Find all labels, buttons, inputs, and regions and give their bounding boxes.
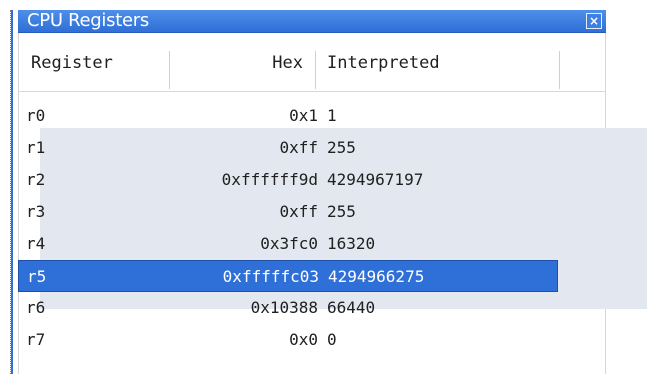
register-hex-value: 0x3fc0 xyxy=(260,234,318,253)
table-row[interactable]: r1 0xff 255 xyxy=(18,132,606,164)
table-header: Register Hex Interpreted xyxy=(19,33,605,93)
register-name: r2 xyxy=(26,170,46,189)
table-row[interactable]: r7 0x0 0 xyxy=(18,324,606,356)
register-interpreted-value: 255 xyxy=(327,138,356,157)
register-interpreted-value: 16320 xyxy=(327,234,376,253)
table-row[interactable]: r3 0xff 255 xyxy=(18,196,606,228)
register-hex-value: 0xfffffc03 xyxy=(222,267,319,286)
panel-title: CPU Registers xyxy=(27,10,149,31)
register-hex-value: 0x0 xyxy=(289,330,318,349)
register-hex-value: 0x1 xyxy=(289,106,318,125)
register-interpreted-value: 255 xyxy=(327,202,356,221)
table-row[interactable]: r6 0x10388 66440 xyxy=(18,292,606,324)
column-header-hex[interactable]: Hex xyxy=(171,46,303,80)
register-name: r4 xyxy=(26,234,46,253)
table-row[interactable]: r2 0xffffff9d 4294967197 xyxy=(18,164,606,196)
register-name: r7 xyxy=(26,330,46,349)
register-name: r1 xyxy=(26,138,46,157)
table-row-selected[interactable]: r5 0xfffffc03 4294966275 xyxy=(18,260,558,292)
register-name: r0 xyxy=(26,106,46,125)
left-frame-accent xyxy=(11,10,13,374)
table-row[interactable]: r0 0x1 1 xyxy=(18,100,606,132)
column-separator xyxy=(169,51,170,89)
register-hex-value: 0xff xyxy=(279,202,318,221)
register-interpreted-value: 0 xyxy=(327,330,337,349)
panel-titlebar[interactable]: CPU Registers × xyxy=(18,10,606,33)
column-separator xyxy=(315,51,316,89)
register-name: r3 xyxy=(26,202,46,221)
register-interpreted-value: 66440 xyxy=(327,298,376,317)
register-name: r5 xyxy=(27,267,47,286)
column-header-interpreted[interactable]: Interpreted xyxy=(327,46,555,80)
close-icon[interactable]: × xyxy=(586,13,602,29)
register-name: r6 xyxy=(26,298,46,317)
column-separator xyxy=(559,51,560,89)
column-header-register[interactable]: Register xyxy=(31,46,159,80)
register-interpreted-value: 4294966275 xyxy=(328,267,425,286)
register-interpreted-value: 4294967197 xyxy=(327,170,424,189)
table-row[interactable]: r4 0x3fc0 16320 xyxy=(18,228,606,260)
register-hex-value: 0x10388 xyxy=(250,298,318,317)
register-interpreted-value: 1 xyxy=(327,106,337,125)
register-hex-value: 0xffffff9d xyxy=(221,170,318,189)
register-hex-value: 0xff xyxy=(279,138,318,157)
header-divider xyxy=(19,91,605,92)
